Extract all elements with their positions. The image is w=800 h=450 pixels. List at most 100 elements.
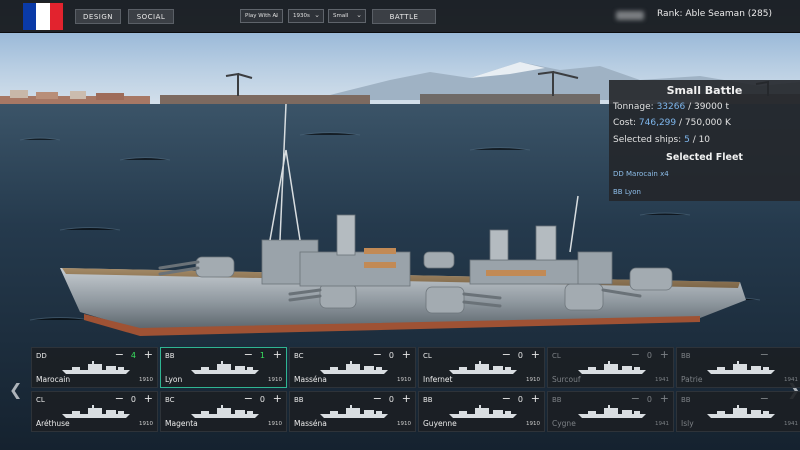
ship-name: Masséna <box>294 375 327 384</box>
minus-icon[interactable]: − <box>760 348 769 361</box>
plus-icon[interactable]: + <box>402 348 411 361</box>
ship-class: BB <box>165 352 175 360</box>
plus-icon[interactable]: + <box>660 392 669 405</box>
ship-year: 1941 <box>784 421 798 427</box>
ship-name: Surcouf <box>552 375 581 384</box>
ship-count: 0 <box>388 351 394 360</box>
tonnage-label: Tonnage: <box>613 102 654 112</box>
minus-icon[interactable]: − <box>631 392 640 405</box>
opponent-select[interactable]: Play With AI ⌄ <box>240 9 283 23</box>
minus-icon[interactable]: − <box>244 348 253 361</box>
minus-icon[interactable]: − <box>115 392 124 405</box>
battle-info-panel: Small Battle Tonnage: 33266 / 39000 t Co… <box>609 80 800 201</box>
fleet-item: DD Marocain x4 <box>613 170 669 178</box>
minus-icon[interactable]: − <box>502 348 511 361</box>
chevron-down-icon: ⌄ <box>314 11 320 19</box>
ship-silhouette-icon <box>62 405 130 418</box>
ship-year: 1910 <box>397 377 411 383</box>
ships-label: Selected ships: <box>613 135 682 145</box>
ship-silhouette-icon <box>578 405 646 418</box>
ship-name: Marocain <box>36 375 71 384</box>
size-select[interactable]: Small ⌄ <box>328 9 366 23</box>
ship-class: DD <box>36 352 47 360</box>
ship-card[interactable]: BB −1 + Lyon 1910 <box>160 347 287 388</box>
cost-label: Cost: <box>613 118 637 128</box>
flag-stripe-red <box>49 3 63 30</box>
ship-name: Isly <box>681 419 694 428</box>
ship-card[interactable]: BB −0 + Guyenne 1910 <box>418 391 545 432</box>
ship-count: 0 <box>259 395 265 404</box>
cost-max: / 750,000 K <box>679 118 731 128</box>
battle-button[interactable]: BATTLE <box>372 9 436 24</box>
ship-class: BC <box>165 396 175 404</box>
minus-icon[interactable]: − <box>502 392 511 405</box>
tonnage-value: 33266 <box>656 102 686 112</box>
ship-card[interactable]: BB −0 + Cygne 1941 <box>547 391 674 432</box>
ship-card[interactable]: BB − Isly 1941 <box>676 391 800 432</box>
plus-icon[interactable]: + <box>273 348 282 361</box>
fleet-item: BB Lyon <box>613 188 641 196</box>
minus-icon[interactable]: − <box>760 392 769 405</box>
ship-count: 0 <box>517 351 523 360</box>
ship-card[interactable]: CL −0 + Aréthuse 1910 <box>31 391 158 432</box>
ship-count: 1 <box>259 351 265 360</box>
ship-count: 0 <box>646 351 652 360</box>
ship-name: Magenta <box>165 419 198 428</box>
ship-card[interactable]: BB −0 + Masséna 1910 <box>289 391 416 432</box>
plus-icon[interactable]: + <box>531 392 540 405</box>
era-select[interactable]: 1930s ⌄ <box>288 9 324 23</box>
ship-silhouette-icon <box>320 361 388 374</box>
panel-title: Small Battle <box>666 84 743 97</box>
tonnage-max: / 39000 t <box>688 102 729 112</box>
ship-silhouette-icon <box>62 361 130 374</box>
ship-silhouette-icon <box>707 361 775 374</box>
ship-silhouette-icon <box>707 405 775 418</box>
plus-icon[interactable]: + <box>273 392 282 405</box>
ship-silhouette-icon <box>320 405 388 418</box>
ship-silhouette-icon <box>449 405 517 418</box>
ship-year: 1910 <box>268 377 282 383</box>
ship-count: 0 <box>388 395 394 404</box>
ship-class: CL <box>423 352 432 360</box>
cost-value: 746,299 <box>638 118 677 128</box>
design-button[interactable]: DESIGN <box>75 9 121 24</box>
ship-name: Masséna <box>294 419 327 428</box>
ship-name: Cygne <box>552 419 576 428</box>
ship-count: 0 <box>130 395 136 404</box>
ship-card[interactable]: CL −0 + Infernet 1910 <box>418 347 545 388</box>
flag-stripe-white <box>36 3 50 30</box>
ship-class: CL <box>36 396 45 404</box>
minus-icon[interactable]: − <box>631 348 640 361</box>
ship-card[interactable]: BC −0 + Magenta 1910 <box>160 391 287 432</box>
ship-class: BB <box>552 396 562 404</box>
plus-icon[interactable]: + <box>660 348 669 361</box>
nation-flag-icon[interactable] <box>22 2 64 31</box>
minus-icon[interactable]: − <box>115 348 124 361</box>
ship-class: BC <box>294 352 304 360</box>
plus-icon[interactable]: + <box>144 392 153 405</box>
ship-card[interactable]: DD −4 + Marocain 1910 <box>31 347 158 388</box>
ship-card-list: DD −4 + Marocain 1910 BB −1 + Lyon 1910 BC −0 + Massé… <box>0 345 800 435</box>
ship-name: Lyon <box>165 375 183 384</box>
ship-year: 1941 <box>784 377 798 383</box>
minus-icon[interactable]: − <box>244 392 253 405</box>
ship-card[interactable]: BC −0 + Masséna 1910 <box>289 347 416 388</box>
ship-class: CL <box>552 352 561 360</box>
plus-icon[interactable]: + <box>402 392 411 405</box>
plus-icon[interactable]: + <box>144 348 153 361</box>
ships-value: 5 <box>684 135 690 145</box>
social-button[interactable]: SOCIAL <box>128 9 174 24</box>
ship-card[interactable]: CL −0 + Surcouf 1941 <box>547 347 674 388</box>
minus-icon[interactable]: − <box>373 348 382 361</box>
ship-silhouette-icon <box>191 361 259 374</box>
minus-icon[interactable]: − <box>373 392 382 405</box>
plus-icon[interactable]: + <box>531 348 540 361</box>
ship-class: BB <box>681 352 691 360</box>
tonnage-row: Tonnage: 33266 / 39000 t <box>613 102 729 112</box>
ship-count: 4 <box>130 351 136 360</box>
size-select-value: Small <box>333 13 349 19</box>
ship-class: BB <box>294 396 304 404</box>
ship-year: 1910 <box>139 421 153 427</box>
ship-silhouette-icon <box>191 405 259 418</box>
ship-card[interactable]: BB − Patrie 1941 <box>676 347 800 388</box>
